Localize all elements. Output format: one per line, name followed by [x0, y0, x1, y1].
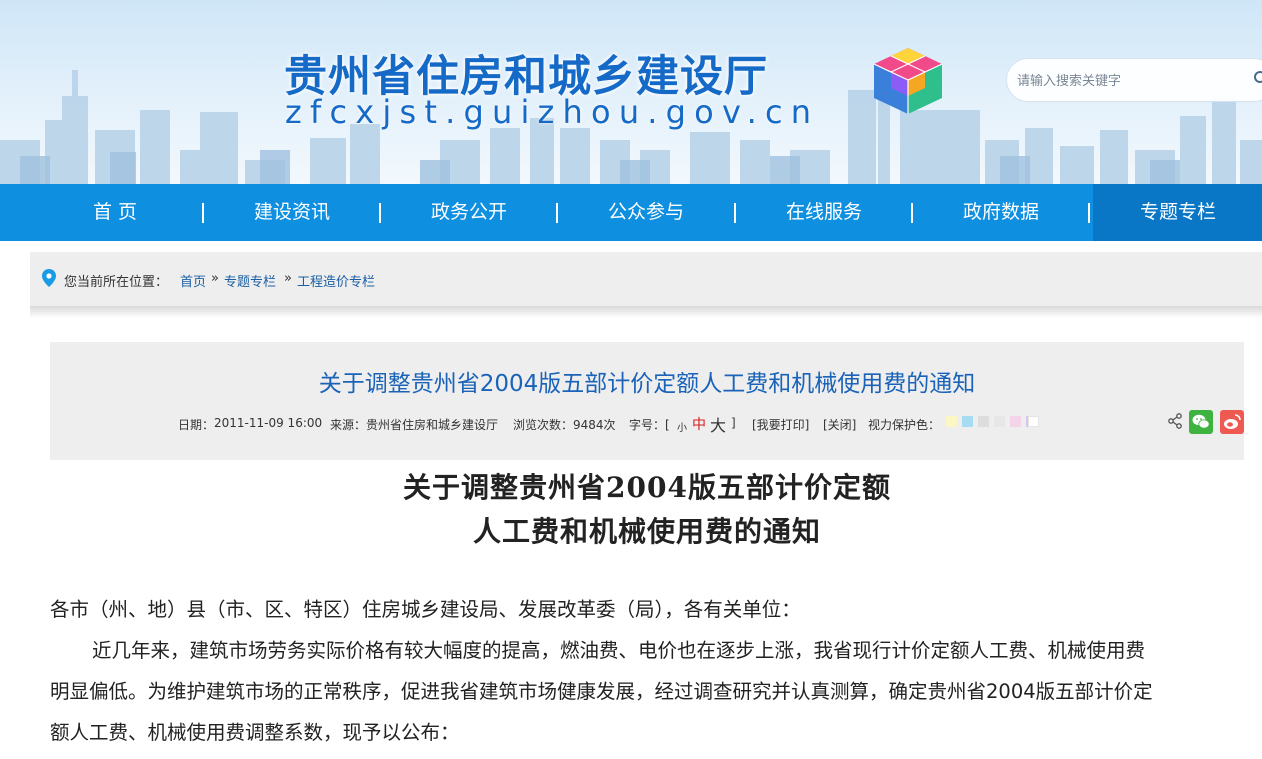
breadcrumb-separator: »	[284, 271, 292, 286]
article-title: 关于调整贵州省2004版五部计价定额人工费和机械使用费的通知	[318, 371, 976, 397]
nav-home[interactable]: 首 页	[40, 184, 190, 241]
site-domain: zfcxjst.guizhou.gov.cn	[285, 93, 820, 131]
main-nav: 首 页 建设资讯 政务公开 公众参与 在线服务 政府数据 专题专栏	[0, 184, 1262, 241]
breadcrumb-prefix: 您当前所在位置：	[64, 275, 169, 290]
meta-source: 贵州省住房和城乡建设厅	[366, 418, 499, 432]
nav-separator	[734, 203, 736, 223]
meta-views: 9484次	[573, 418, 616, 432]
nav-government-data[interactable]: 政府数据	[926, 184, 1076, 241]
document-title-line1: 关于调整贵州省2004版五部计价定额	[403, 471, 891, 504]
share-icon[interactable]	[1167, 413, 1183, 429]
breadcrumb-item-special-topics[interactable]: 专题专栏	[224, 271, 276, 290]
document-body-line3: 额人工费、机械使用费调整系数，现予以公布：	[50, 721, 460, 744]
eye-color-swatch[interactable]	[994, 416, 1005, 427]
print-button[interactable]: [我要打印]	[752, 416, 809, 433]
nav-separator	[911, 203, 913, 223]
nav-public-participation[interactable]: 公众参与	[571, 184, 721, 241]
nav-separator	[202, 203, 204, 223]
site-header: 贵州省住房和城乡建设厅 zfcxjst.guizhou.gov.cn	[0, 0, 1262, 184]
eye-color-swatch[interactable]	[978, 416, 989, 427]
breadcrumb-item-cost-column[interactable]: 工程造价专栏	[297, 271, 375, 290]
eye-color-swatch[interactable]	[962, 416, 973, 427]
document-body-line1: 近几年来，建筑市场劳务实际价格有较大幅度的提高，燃油费、电价也在逐步上涨，我省现…	[92, 639, 1146, 662]
meta-eye-protection-label: 视力保护色：	[868, 418, 941, 432]
meta-date: 2011-11-09 16:00	[214, 416, 323, 430]
nav-special-topics[interactable]: 专题专栏	[1093, 184, 1262, 241]
search-box	[1006, 58, 1262, 102]
font-size-small-button[interactable]: 小	[677, 419, 687, 434]
nav-separator	[379, 203, 381, 223]
search-input[interactable]	[1017, 70, 1247, 92]
meta-font-close: ]	[731, 416, 736, 430]
document-salutation: 各市（州、地）县（市、区、特区）住房城乡建设局、发展改革委（局），各有关单位：	[50, 598, 801, 621]
document-title-line2: 人工费和机械使用费的通知	[472, 515, 821, 548]
nav-separator	[1088, 203, 1090, 223]
breadcrumb-shadow	[30, 306, 1262, 318]
document-body-line2: 明显偏低。为维护建筑市场的正常秩序，促进我省建筑市场健康发展，经过调查研究并认真…	[50, 680, 1153, 703]
close-button[interactable]: [关闭]	[823, 416, 856, 433]
eye-color-swatch[interactable]	[946, 416, 957, 427]
nav-online-services[interactable]: 在线服务	[749, 184, 899, 241]
meta-source-label: 来源：	[330, 418, 367, 432]
eye-color-swatch[interactable]	[1028, 416, 1039, 427]
location-pin-icon	[42, 269, 56, 287]
font-size-large-button[interactable]: 大	[710, 412, 726, 436]
article-header-box	[50, 342, 1244, 460]
nav-construction-news[interactable]: 建设资讯	[217, 184, 367, 241]
nav-separator	[556, 203, 558, 223]
weibo-icon[interactable]	[1220, 410, 1244, 434]
wechat-icon[interactable]	[1189, 410, 1213, 434]
search-icon[interactable]	[1252, 70, 1262, 88]
meta-views-label: 浏览次数：	[513, 418, 574, 432]
breadcrumb-separator: »	[211, 271, 219, 286]
meta-font-label: 字号：[	[629, 418, 670, 432]
rubik-cube-logo-icon	[873, 48, 943, 114]
nav-government-affairs[interactable]: 政务公开	[394, 184, 544, 241]
meta-date-label: 日期：	[178, 418, 215, 432]
breadcrumb-item-home[interactable]: 首页	[180, 271, 206, 290]
font-size-medium-button[interactable]: 中	[692, 414, 706, 434]
eye-color-swatch[interactable]	[1010, 416, 1021, 427]
